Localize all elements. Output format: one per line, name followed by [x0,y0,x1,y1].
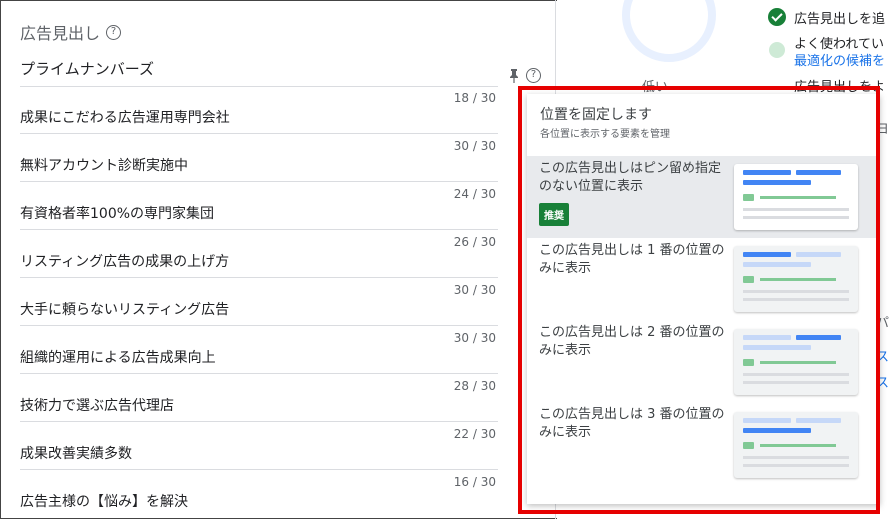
preview-badge [743,194,754,201]
preview-bar [743,418,791,423]
char-count: 18 / 30 [453,91,496,105]
headline-text[interactable]: 成果改善実績多数 [20,443,132,463]
pin-option-position-2[interactable]: この広告見出しは 2 番の位置のみに表示 [527,316,880,395]
preview-bar [743,252,791,257]
section-title: 広告見出し ? [20,20,122,44]
option-label: この広告見出しは 1 番の位置のみに表示 [539,243,725,276]
headline-row[interactable]: 18 / 30 成果にこだわる広告運用専門会社 [20,86,498,134]
preview-desc [743,456,849,459]
headline-row[interactable]: 28 / 30 技術力で選ぶ広告代理店 [20,374,498,422]
preview-bar [796,170,841,175]
status-dot-icon [769,42,785,58]
preview-desc [743,373,849,376]
dash-icon [771,86,781,88]
char-count: 28 / 30 [453,379,496,393]
preview-badge [743,359,754,366]
pin-option-position-3[interactable]: この広告見出しは 3 番の位置のみに表示 [527,394,880,480]
check-circle-icon [768,8,786,26]
section-title-text: 広告見出し [20,24,101,43]
help-icon[interactable]: ? [106,24,122,40]
popup-subtitle: 各位置に表示する要素を管理 [540,129,670,140]
pin-position-menu: 位置を固定します 各位置に表示する要素を管理 この広告見出しはピン留め指定のない… [527,94,880,504]
preview-url [760,361,836,364]
pin-icon[interactable] [508,68,520,83]
char-count: 30 / 30 [453,283,496,297]
char-count: 24 / 30 [453,187,496,201]
preview-url [760,444,836,447]
preview-desc [743,464,849,467]
preview-desc [743,208,849,211]
preview-bar [743,180,811,185]
pin-option-position-1[interactable]: この広告見出しは 1 番の位置のみに表示 [527,238,880,316]
headline-row[interactable]: 24 / 30 有資格者率100%の専門家集団 [20,182,498,230]
pin-help-icon[interactable]: ? [526,68,541,83]
popup-title: 位置を固定します [540,107,652,123]
headline-editor-panel: 広告見出し ? プライムナンバーズ 18 / 30 成果にこだわる広告運用専門会… [0,0,556,519]
preview-bar [743,345,811,350]
option-label: この広告見出しはピン留め指定のない位置に表示 [539,161,722,194]
headline-text[interactable]: 成果にこだわる広告運用専門会社 [20,107,230,127]
preview-bar [796,335,841,340]
headline-text[interactable]: 無料アカウント診断実施中 [20,155,188,175]
char-count: 30 / 30 [453,139,496,153]
char-count: 30 / 30 [453,331,496,345]
headline-row[interactable]: 22 / 30 成果改善実績多数 [20,422,498,470]
option-label: この広告見出しは 2 番の位置のみに表示 [539,325,725,358]
char-count: 16 / 30 [453,475,496,489]
preview-badge [743,442,754,449]
preview-url [760,196,836,199]
headline-row[interactable]: 16 / 30 広告主様の【悩み】を解決 [20,470,498,518]
suggestion-text: 広告見出しをよ [794,80,886,95]
headline-text[interactable]: 技術力で選ぶ広告代理店 [20,395,174,415]
preview-desc [743,381,849,384]
preview-desc [743,216,849,219]
suggestion-text: 広告見出しを追 [794,12,886,27]
option-label: この広告見出しは 3 番の位置のみに表示 [539,407,725,440]
char-count: 26 / 30 [453,235,496,249]
headline-row[interactable]: 30 / 30 大手に頼らないリスティング広告 [20,278,498,326]
preview-desc [743,290,849,293]
recommended-badge: 推奨 [539,203,569,226]
headline-input-1[interactable]: プライムナンバーズ [20,58,154,79]
preview-bar [743,428,811,433]
ad-preview-thumbnail [734,329,858,395]
preview-bar [743,170,791,175]
ad-preview-thumbnail [734,246,858,312]
preview-badge [743,276,754,283]
headline-row[interactable]: 30 / 30 無料アカウント診断実施中 [20,134,498,182]
ad-strength-label: 低い [642,80,669,95]
preview-bar [743,262,811,267]
headline-row[interactable]: 30 / 30 組織的運用による広告成果向上 [20,326,498,374]
headline-text[interactable]: 組織的運用による広告成果向上 [20,347,216,367]
ad-preview-thumbnail [734,164,858,230]
headline-text[interactable]: リスティング広告の成果の上げ方 [20,251,229,271]
headline-text[interactable]: 有資格者率100%の専門家集団 [20,203,214,223]
preview-bar [743,335,791,340]
pin-controls: ? [508,68,541,83]
headline-row[interactable]: 26 / 30 リスティング広告の成果の上げ方 [20,230,498,278]
suggestion-link[interactable]: 最適化の候補を [794,50,885,69]
preview-bar [796,418,841,423]
preview-bar [796,252,841,257]
headline-text[interactable]: 広告主様の【悩み】を解決 [20,491,188,511]
ad-preview-thumbnail [734,412,858,478]
preview-url [760,278,836,281]
headline-text[interactable]: 大手に頼らないリスティング広告 [20,299,229,319]
char-count: 22 / 30 [453,427,496,441]
preview-desc [743,298,849,301]
pin-option-unpinned[interactable]: この広告見出しはピン留め指定のない位置に表示 推奨 [527,156,880,238]
